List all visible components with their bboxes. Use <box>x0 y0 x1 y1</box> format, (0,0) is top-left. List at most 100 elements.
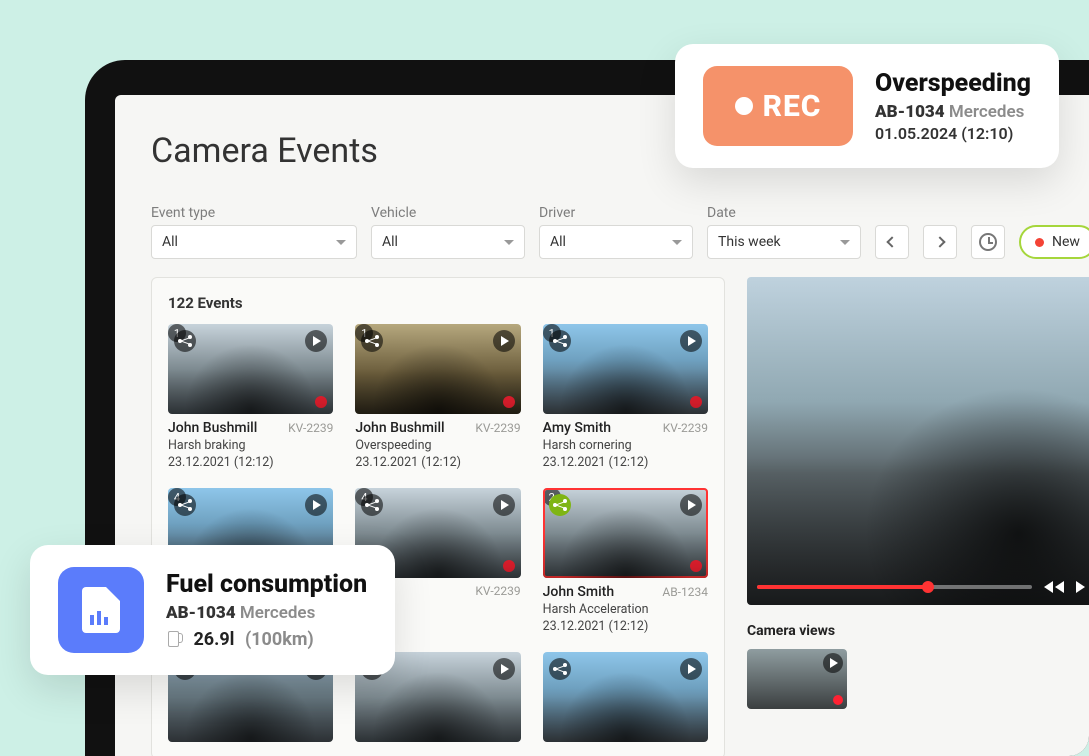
date-next-button[interactable] <box>923 225 957 259</box>
events-panel: 122 Events 1 John Bushmill <box>151 277 725 756</box>
record-dot-icon <box>503 396 515 408</box>
event-time: 23.12.2021 (12:12) <box>543 619 708 634</box>
play-icon[interactable] <box>493 658 515 680</box>
overlay-fuel-heading: Fuel consumption <box>166 570 367 599</box>
new-filter-pill[interactable]: New <box>1019 225 1089 259</box>
events-count: 122 Events <box>168 294 708 312</box>
filter-label-vehicle: Vehicle <box>371 205 525 221</box>
chevron-right-icon <box>934 236 945 247</box>
filter-driver[interactable]: All <box>539 225 693 259</box>
play-icon[interactable] <box>680 658 702 680</box>
events-grid: 1 John Bushmill KV-2239 Harsh braking 23… <box>168 324 708 742</box>
event-time: 23.12.2021 (12:12) <box>355 455 520 470</box>
video-play-button[interactable] <box>1076 581 1085 593</box>
chevron-down-icon <box>672 240 682 245</box>
play-icon[interactable] <box>305 494 327 516</box>
record-dot-icon <box>690 396 702 408</box>
overlay-fuel-vehicle-make: Mercedes <box>240 603 315 623</box>
play-icon[interactable] <box>305 330 327 352</box>
filter-event-type[interactable]: All <box>151 225 357 259</box>
rec-label: REC <box>763 89 822 124</box>
play-icon[interactable] <box>823 653 843 673</box>
event-count-badge: 1 <box>168 324 186 342</box>
event-count-badge: 1 <box>543 324 561 342</box>
play-icon[interactable] <box>493 494 515 516</box>
play-icon[interactable] <box>680 494 702 516</box>
video-controls <box>747 569 1089 605</box>
share-icon[interactable] <box>549 658 571 680</box>
play-icon[interactable] <box>493 330 515 352</box>
event-count-badge: 4 <box>168 488 186 506</box>
overlay-fuel-per: (100km) <box>245 629 314 650</box>
video-rewind-button[interactable] <box>1044 581 1064 593</box>
camera-views-heading: Camera views <box>747 623 1089 639</box>
event-driver: John Smith <box>543 584 614 600</box>
history-button[interactable] <box>971 225 1005 259</box>
play-icon[interactable] <box>680 330 702 352</box>
filter-label-date: Date <box>707 205 861 221</box>
event-driver: Amy Smith <box>543 420 611 436</box>
event-vehicle: AB-1234 <box>662 585 708 599</box>
overlay-fuel-card: Fuel consumption AB-1034 Mercedes 26.9l … <box>30 545 395 675</box>
event-thumbnail[interactable]: 1 <box>543 324 708 414</box>
record-dot-icon <box>1035 238 1044 247</box>
filter-event-type-value: All <box>162 234 178 250</box>
record-dot-icon <box>503 560 515 572</box>
event-vehicle: KV-2239 <box>288 421 333 435</box>
event-thumbnail[interactable]: 1 <box>168 324 333 414</box>
camera-view-thumbnail[interactable] <box>747 649 847 709</box>
event-thumbnail[interactable] <box>543 652 708 742</box>
event-type: Harsh cornering <box>543 438 708 453</box>
share-icon[interactable] <box>361 330 383 352</box>
event-card[interactable]: 2 John Smith AB-1234 Harsh Acceleration … <box>543 488 708 634</box>
record-dot-icon <box>315 396 327 408</box>
event-driver: John Bushmill <box>168 420 257 436</box>
filter-label-driver: Driver <box>539 205 693 221</box>
overlay-fuel-vehicle-id: AB-1034 <box>166 603 236 623</box>
new-label: New <box>1052 234 1080 250</box>
chevron-down-icon <box>840 240 850 245</box>
filters-row: Event type All Vehicle All Driver <box>151 205 1089 259</box>
event-vehicle: KV-2239 <box>663 421 708 435</box>
share-icon[interactable] <box>174 494 196 516</box>
overlay-overspeeding-card: REC Overspeeding AB-1034 Mercedes 01.05.… <box>675 44 1059 168</box>
video-player[interactable] <box>747 277 1089 605</box>
event-count-badge: 1 <box>355 324 373 342</box>
filter-driver-value: All <box>550 234 566 250</box>
filter-label-event-type: Event type <box>151 205 357 221</box>
document-chart-icon <box>58 567 144 653</box>
event-card[interactable] <box>543 652 708 742</box>
share-icon[interactable] <box>361 494 383 516</box>
clock-icon <box>979 233 997 251</box>
event-thumbnail[interactable]: 1 <box>355 324 520 414</box>
rec-badge: REC <box>703 66 853 146</box>
event-time: 23.12.2021 (12:12) <box>168 455 333 470</box>
event-card[interactable]: 1 John Bushmill KV-2239 Overspeeding 23.… <box>355 324 520 470</box>
event-thumbnail-selected[interactable]: 2 <box>543 488 708 578</box>
event-vehicle: KV-2239 <box>475 421 520 435</box>
filter-date-value: This week <box>718 234 781 250</box>
filter-vehicle[interactable]: All <box>371 225 525 259</box>
event-type: Overspeeding <box>355 438 520 453</box>
filter-date[interactable]: This week <box>707 225 861 259</box>
overlay-rec-datetime: 01.05.2024 (12:10) <box>875 124 1031 143</box>
overlay-rec-heading: Overspeeding <box>875 69 1031 98</box>
overlay-rec-vehicle-make: Mercedes <box>949 102 1024 122</box>
share-icon[interactable] <box>549 330 571 352</box>
overlay-rec-vehicle-id: AB-1034 <box>875 102 945 122</box>
event-card[interactable]: 1 Amy Smith KV-2239 Harsh cornering 23.1… <box>543 324 708 470</box>
event-card[interactable]: 1 John Bushmill KV-2239 Harsh braking 23… <box>168 324 333 470</box>
record-dot-icon <box>690 560 702 572</box>
event-type: Harsh braking <box>168 438 333 453</box>
share-icon[interactable] <box>549 494 571 516</box>
event-count-badge: 2 <box>543 488 561 506</box>
date-prev-button[interactable] <box>875 225 909 259</box>
overlay-fuel-value: 26.9l <box>193 629 234 650</box>
record-dot-icon <box>833 695 843 705</box>
event-vehicle: KV-2239 <box>475 584 520 598</box>
event-driver: John Bushmill <box>355 420 444 436</box>
event-time: 23.12.2021 (12:12) <box>543 455 708 470</box>
share-icon[interactable] <box>174 330 196 352</box>
video-seek-bar[interactable] <box>757 585 1032 589</box>
event-count-badge: 4 <box>355 488 373 506</box>
